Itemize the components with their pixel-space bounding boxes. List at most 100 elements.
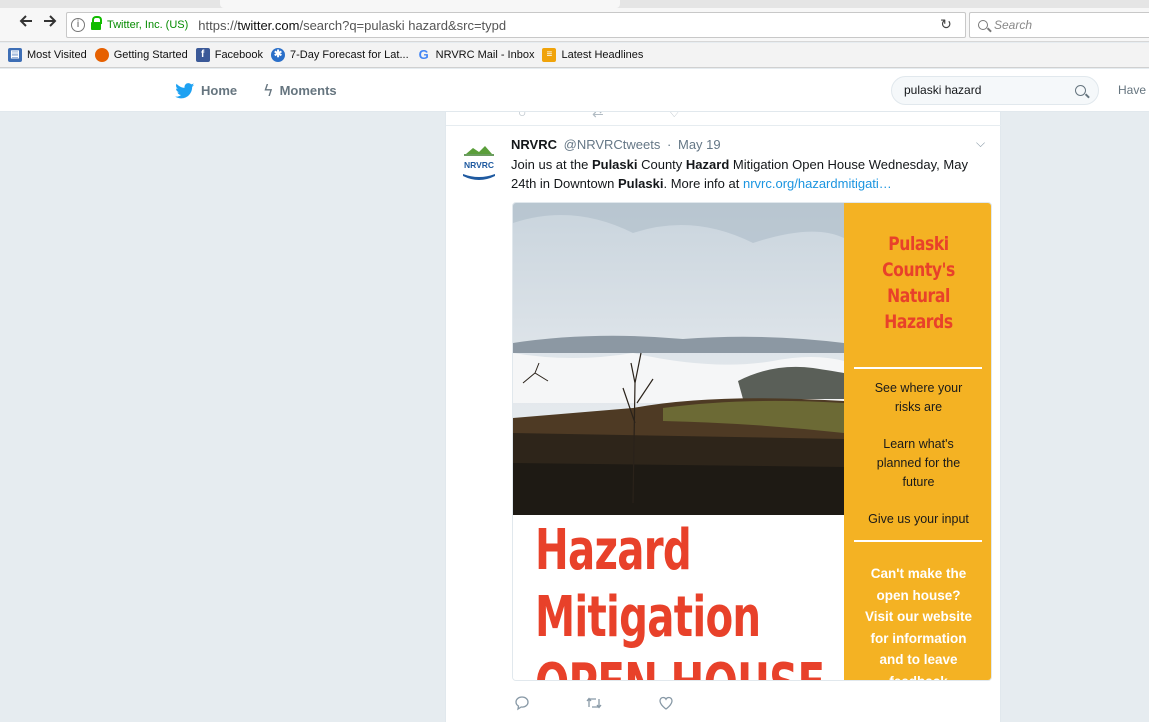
nav-moments-label: Moments (279, 83, 337, 98)
tweet-stream: ○ ⇄ ♡ NRVRC NRVRC @NRVRCtweets · May 19 … (445, 112, 1002, 722)
panel-text-line: planned for the (876, 456, 961, 470)
big-title-line: OPEN HOUSE (535, 651, 825, 680)
tweet-separator: · (667, 137, 672, 152)
twitter-search-value: pulaski hazard (904, 83, 982, 97)
twitter-bird-icon (175, 82, 195, 98)
bookmark-label: Most Visited (27, 49, 87, 61)
nav-moments[interactable]: ϟ Moments (263, 69, 337, 112)
tweet-media[interactable]: Hazard Mitigation OPEN HOUSE Pulaski Cou… (512, 202, 992, 681)
panel-title-line: County's (882, 259, 955, 281)
tweet-text-bold: Pulaski (591, 157, 638, 172)
panel-title-line: Pulaski (888, 233, 949, 255)
active-tab-edge[interactable] (220, 0, 620, 8)
bookmark-label: Facebook (214, 49, 264, 61)
panel-text-line: See where your (874, 381, 963, 395)
chevron-down-icon[interactable]: ⌵ (976, 136, 985, 151)
tweet-text-part: Join us at the (511, 157, 592, 172)
bookmark-most-visited[interactable]: ▤ Most Visited (8, 48, 87, 62)
bookmark-forecast[interactable]: ✱ 7-Day Forecast for Lat... (271, 48, 409, 62)
tweet-header: NRVRC @NRVRCtweets · May 19 (511, 137, 721, 152)
lock-icon[interactable] (91, 16, 102, 30)
browser-search-placeholder: Search (994, 18, 1033, 32)
url-text[interactable]: https://twitter.com/search?q=pulaski haz… (198, 18, 506, 33)
facebook-icon: f (195, 48, 210, 62)
weather-icon: ✱ (271, 48, 286, 62)
url-bar[interactable]: i Twitter, Inc. (US) https://twitter.com… (66, 12, 966, 38)
lightning-bolt-icon: ϟ (263, 81, 274, 100)
panel-text-line: Learn what's (883, 437, 954, 451)
panel-text-line: future (902, 475, 935, 489)
panel-cta-line: feedback (889, 673, 948, 681)
panel-title-line: Natural (887, 285, 950, 307)
tweet-text-part: . More info at (663, 176, 743, 191)
landscape-photo (513, 203, 844, 515)
bookmark-getting-started[interactable]: Getting Started (94, 48, 188, 62)
retweet-icon[interactable] (584, 693, 604, 713)
panel-cta: Can't make the open house? Visit our web… (844, 563, 991, 681)
bookmark-label: NRVRC Mail - Inbox (435, 49, 535, 61)
firefox-icon (94, 48, 109, 62)
panel-cta-line: Can't make the (870, 566, 967, 581)
twitter-search-input[interactable]: pulaski hazard (891, 76, 1099, 105)
reply-icon[interactable] (512, 693, 532, 713)
bookmark-label: Getting Started (113, 49, 188, 61)
panel-cta-line: for information (870, 630, 967, 646)
retweet-icon[interactable]: ⇄ (592, 112, 604, 121)
back-arrow-icon[interactable] (16, 13, 36, 33)
panel-text-line: risks are (894, 400, 943, 414)
tweet-author-name[interactable]: NRVRC (511, 137, 557, 152)
open-house-title-block: Hazard Mitigation OPEN HOUSE (513, 515, 844, 680)
tweet-text: Join us at the Pulaski County Hazard Mit… (511, 155, 991, 193)
bookmark-latest-headlines[interactable]: ≡ Latest Headlines (542, 48, 643, 62)
previous-tweet-actions: ○ ⇄ ♡ (446, 112, 1002, 126)
url-path: /search?q=pulaski hazard&src=typd (299, 17, 507, 33)
account-prompt[interactable]: Have a (1118, 83, 1149, 97)
tweet-text-part: County (637, 157, 686, 172)
big-title-line: Mitigation (535, 585, 761, 650)
tweet-link[interactable]: nrvrc.org/hazardmitigati… (743, 176, 892, 191)
browser-search-input[interactable]: Search (969, 12, 1149, 38)
most-visited-icon: ▤ (8, 48, 22, 62)
like-icon[interactable]: ♡ (668, 112, 681, 121)
panel-cta-line: and to leave (879, 652, 958, 667)
tweet-author-handle[interactable]: @NRVRCtweets (564, 137, 661, 152)
like-heart-icon[interactable] (656, 693, 676, 713)
panel-text-risks: See where your risks are (844, 379, 991, 417)
bookmark-label: Latest Headlines (561, 49, 644, 61)
panel-divider (854, 367, 982, 369)
tab-strip (0, 0, 1149, 8)
panel-cta-line: Visit our website (864, 609, 973, 624)
big-title-line: Hazard (535, 518, 692, 583)
url-prefix: https:// (198, 17, 238, 33)
twitter-header: Home ϟ Moments pulaski hazard Have a (0, 69, 1149, 112)
url-host: twitter.com (237, 17, 300, 33)
bookmark-nrvrc-mail[interactable]: G NRVRC Mail - Inbox (417, 48, 535, 62)
open-house-title: Hazard Mitigation OPEN HOUSE (535, 517, 825, 680)
panel-text-input: Give us your input (868, 512, 969, 526)
bookmark-label: 7-Day Forecast for Lat... (290, 49, 409, 61)
tweet-date[interactable]: May 19 (678, 137, 721, 152)
reply-icon[interactable]: ○ (518, 112, 526, 120)
nav-home[interactable]: Home (175, 69, 237, 112)
search-icon (978, 20, 988, 30)
browser-toolbar: i Twitter, Inc. (US) https://twitter.com… (0, 0, 1149, 42)
panel-title-line: Hazards (884, 311, 953, 333)
avatar-text: NRVRC (464, 160, 494, 170)
search-icon[interactable] (1075, 85, 1086, 96)
panel-title: Pulaski County's Natural Hazards (857, 231, 979, 335)
nrvrc-avatar[interactable]: NRVRC (460, 142, 498, 184)
forward-arrow-icon[interactable] (40, 13, 60, 33)
tweet-text-bold: Pulaski (617, 176, 664, 191)
site-identity[interactable]: Twitter, Inc. (US) (107, 19, 188, 31)
panel-text-plans: Learn what's planned for the future (844, 435, 991, 492)
panel-divider (854, 540, 982, 542)
bookmark-facebook[interactable]: f Facebook (195, 48, 264, 62)
google-icon: G (418, 47, 429, 62)
panel-cta-line: open house? (876, 587, 961, 603)
tweet-actions (512, 690, 676, 716)
info-panel: Pulaski County's Natural Hazards See whe… (844, 203, 991, 681)
tweet-text-bold: Hazard (685, 157, 730, 172)
rss-feed-icon: ≡ (542, 48, 557, 62)
info-icon[interactable]: i (71, 18, 85, 32)
reload-icon[interactable]: ↻ (933, 13, 959, 37)
